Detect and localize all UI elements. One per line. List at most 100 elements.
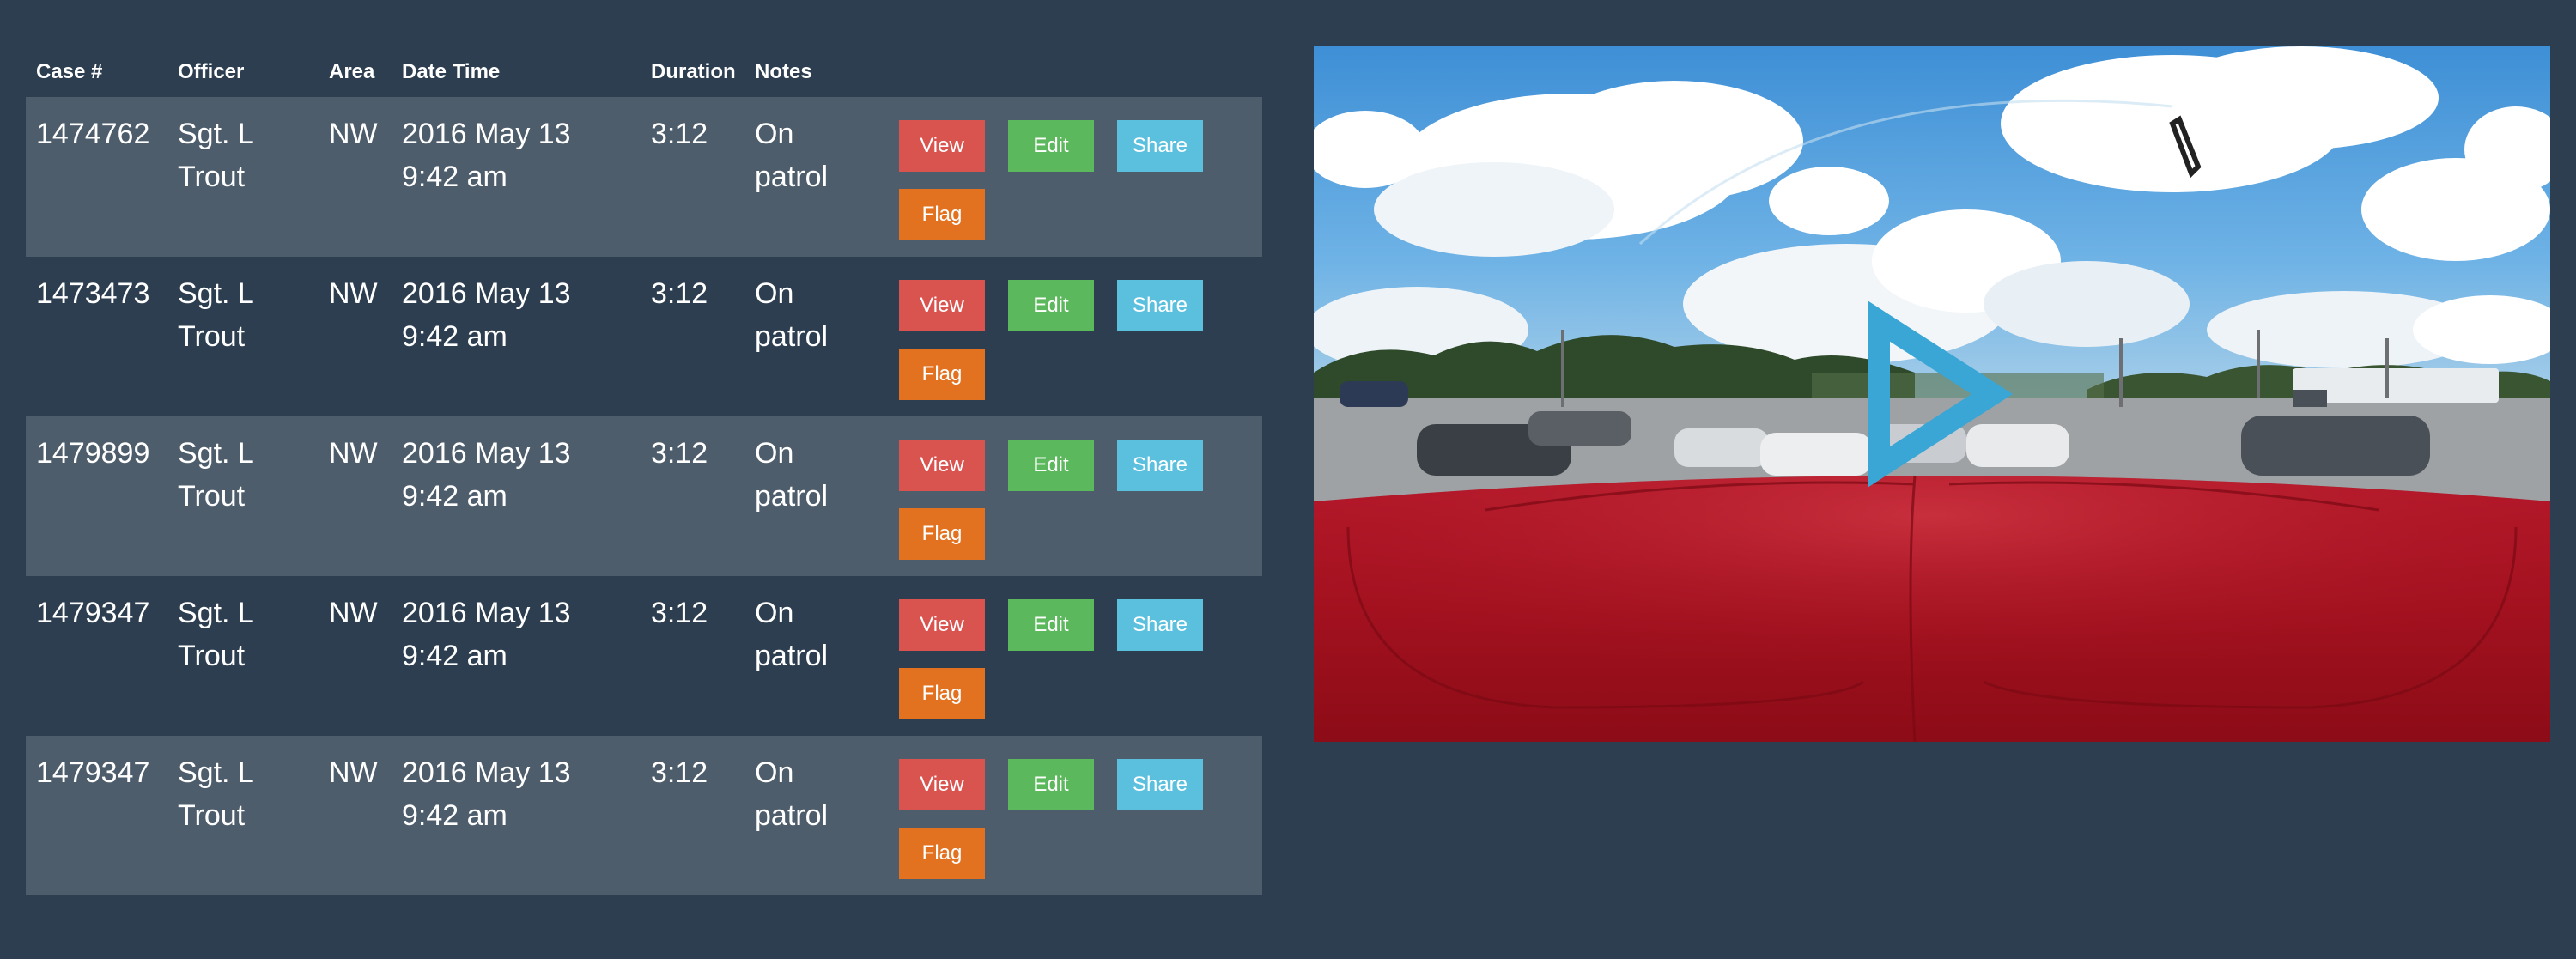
share-button[interactable]: Share	[1117, 280, 1203, 331]
edit-button[interactable]: Edit	[1008, 599, 1094, 651]
table-row[interactable]: 1473473 Sgt. L Trout NW 2016 May 13 9:42…	[26, 257, 1262, 416]
flag-button[interactable]: Flag	[899, 349, 985, 400]
header-officer: Officer	[178, 60, 245, 83]
duration-cell: 3:12	[651, 756, 708, 789]
case-number: 1473473	[36, 277, 150, 310]
flag-button[interactable]: Flag	[899, 189, 985, 240]
date-value: 2016 May 13	[402, 756, 571, 789]
actions-cell: View Edit Share Flag	[899, 592, 1262, 736]
action-buttons: View Edit Share Flag	[899, 440, 1242, 577]
view-button[interactable]: View	[899, 759, 985, 810]
notes-line2: patrol	[755, 161, 829, 193]
cases-table: Case # Officer Area Date Time Duration N…	[26, 47, 1262, 895]
view-button[interactable]: View	[899, 599, 985, 651]
share-button[interactable]: Share	[1117, 440, 1203, 491]
action-buttons: View Edit Share Flag	[899, 759, 1242, 896]
area-cell: NW	[329, 118, 378, 150]
duration-cell: 3:12	[651, 597, 708, 629]
header-datetime: Date Time	[402, 60, 501, 83]
view-button[interactable]: View	[899, 440, 985, 491]
date-value: 2016 May 13	[402, 118, 571, 150]
case-number: 1474762	[36, 118, 150, 150]
officer-line2: Trout	[178, 640, 246, 672]
action-buttons: View Edit Share Flag	[899, 599, 1242, 737]
notes-line1: On	[755, 437, 794, 470]
datetime-cell: 2016 May 13 9:42 am	[392, 432, 641, 576]
notes-cell: On patrol	[744, 272, 899, 416]
table-row[interactable]: 1479899 Sgt. L Trout NW 2016 May 13 9:42…	[26, 416, 1262, 576]
table-row[interactable]: 1479347 Sgt. L Trout NW 2016 May 13 9:42…	[26, 736, 1262, 895]
action-buttons: View Edit Share Flag	[899, 120, 1242, 258]
flag-button[interactable]: Flag	[899, 828, 985, 879]
officer-cell: Sgt. L Trout	[167, 751, 319, 895]
case-number: 1479347	[36, 597, 150, 629]
officer-line2: Trout	[178, 480, 246, 513]
notes-line1: On	[755, 597, 794, 629]
header-case: Case #	[36, 60, 103, 83]
time-value: 9:42 am	[402, 480, 507, 513]
officer-line1: Sgt. L	[178, 756, 254, 789]
case-number: 1479899	[36, 437, 150, 470]
notes-cell: On patrol	[744, 751, 899, 895]
officer-line2: Trout	[178, 320, 246, 353]
notes-line2: patrol	[755, 799, 829, 832]
flag-button[interactable]: Flag	[899, 508, 985, 560]
edit-button[interactable]: Edit	[1008, 280, 1094, 331]
notes-cell: On patrol	[744, 592, 899, 736]
actions-cell: View Edit Share Flag	[899, 112, 1262, 257]
edit-button[interactable]: Edit	[1008, 120, 1094, 172]
table-row[interactable]: 1474762 Sgt. L Trout NW 2016 May 13 9:42…	[26, 97, 1262, 257]
table-header: Case # Officer Area Date Time Duration N…	[26, 47, 1262, 97]
case-number: 1479347	[36, 756, 150, 789]
area-cell: NW	[329, 277, 378, 310]
duration-cell: 3:12	[651, 437, 708, 470]
time-value: 9:42 am	[402, 161, 507, 193]
flag-button[interactable]: Flag	[899, 668, 985, 719]
page: Case # Officer Area Date Time Duration N…	[0, 0, 2576, 959]
header-area: Area	[329, 60, 375, 83]
datetime-cell: 2016 May 13 9:42 am	[392, 592, 641, 736]
actions-cell: View Edit Share Flag	[899, 432, 1262, 576]
officer-line1: Sgt. L	[178, 118, 254, 150]
notes-line1: On	[755, 277, 794, 310]
area-cell: NW	[329, 756, 378, 789]
table-row[interactable]: 1479347 Sgt. L Trout NW 2016 May 13 9:42…	[26, 576, 1262, 736]
view-button[interactable]: View	[899, 120, 985, 172]
video-player[interactable]	[1314, 46, 2550, 742]
header-notes: Notes	[755, 60, 812, 83]
duration-cell: 3:12	[651, 118, 708, 150]
date-value: 2016 May 13	[402, 277, 571, 310]
edit-button[interactable]: Edit	[1008, 759, 1094, 810]
area-cell: NW	[329, 437, 378, 470]
share-button[interactable]: Share	[1117, 120, 1203, 172]
duration-cell: 3:12	[651, 277, 708, 310]
datetime-cell: 2016 May 13 9:42 am	[392, 751, 641, 895]
datetime-cell: 2016 May 13 9:42 am	[392, 272, 641, 416]
actions-cell: View Edit Share Flag	[899, 751, 1262, 895]
officer-cell: Sgt. L Trout	[167, 592, 319, 736]
notes-cell: On patrol	[744, 112, 899, 257]
officer-line1: Sgt. L	[178, 597, 254, 629]
datetime-cell: 2016 May 13 9:42 am	[392, 112, 641, 257]
notes-cell: On patrol	[744, 432, 899, 576]
date-value: 2016 May 13	[402, 437, 571, 470]
officer-cell: Sgt. L Trout	[167, 432, 319, 576]
officer-line2: Trout	[178, 799, 246, 832]
notes-line1: On	[755, 118, 794, 150]
edit-button[interactable]: Edit	[1008, 440, 1094, 491]
notes-line2: patrol	[755, 480, 829, 513]
header-duration: Duration	[651, 60, 736, 83]
share-button[interactable]: Share	[1117, 759, 1203, 810]
share-button[interactable]: Share	[1117, 599, 1203, 651]
officer-line2: Trout	[178, 161, 246, 193]
area-cell: NW	[329, 597, 378, 629]
notes-line2: patrol	[755, 320, 829, 353]
action-buttons: View Edit Share Flag	[899, 280, 1242, 417]
officer-line1: Sgt. L	[178, 277, 254, 310]
officer-cell: Sgt. L Trout	[167, 112, 319, 257]
time-value: 9:42 am	[402, 799, 507, 832]
time-value: 9:42 am	[402, 320, 507, 353]
notes-line2: patrol	[755, 640, 829, 672]
actions-cell: View Edit Share Flag	[899, 272, 1262, 416]
view-button[interactable]: View	[899, 280, 985, 331]
